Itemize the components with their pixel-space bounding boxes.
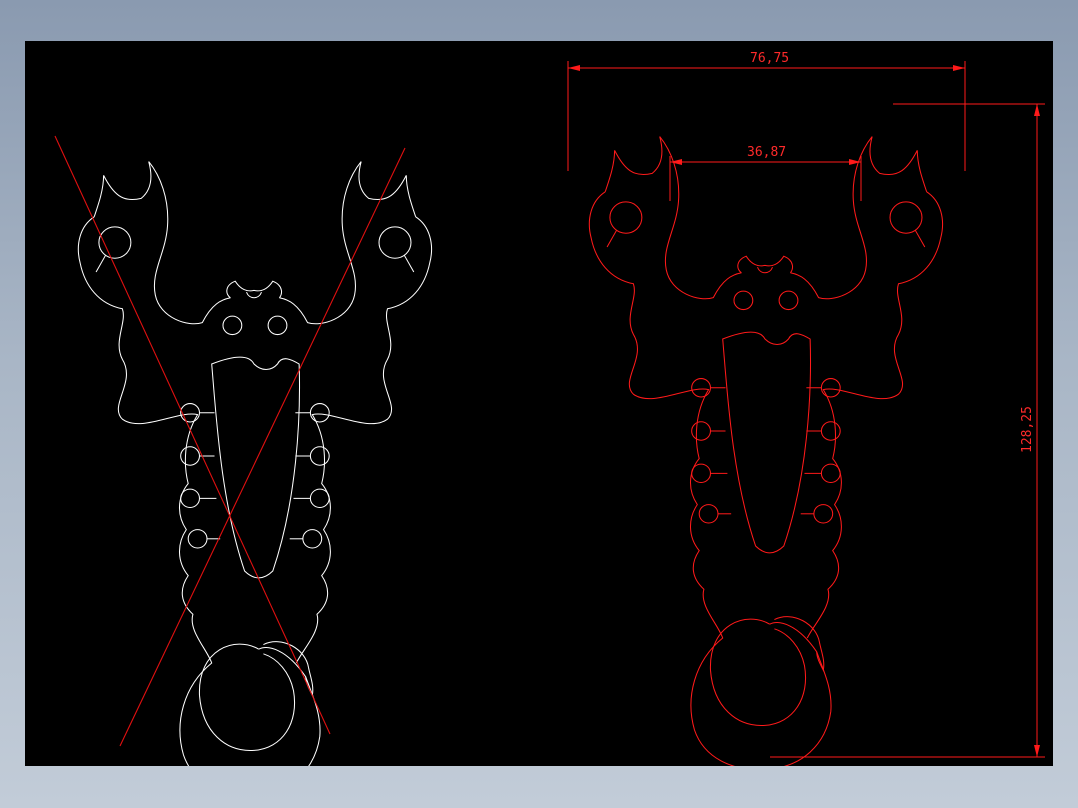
cross-out-lines — [54, 135, 406, 747]
cad-viewport[interactable]: 76,75 36,87 128,25 — [25, 41, 1053, 766]
dimension-inner-width[interactable]: 36,87 — [669, 145, 862, 201]
dim-text-overall-height: 128,25 — [1020, 406, 1035, 453]
right-scorpion-view[interactable] — [588, 136, 944, 766]
dim-text-overall-width: 76,75 — [750, 51, 789, 66]
dim-text-inner-width: 36,87 — [747, 145, 786, 160]
drawing-canvas: 76,75 36,87 128,25 — [54, 51, 1045, 766]
